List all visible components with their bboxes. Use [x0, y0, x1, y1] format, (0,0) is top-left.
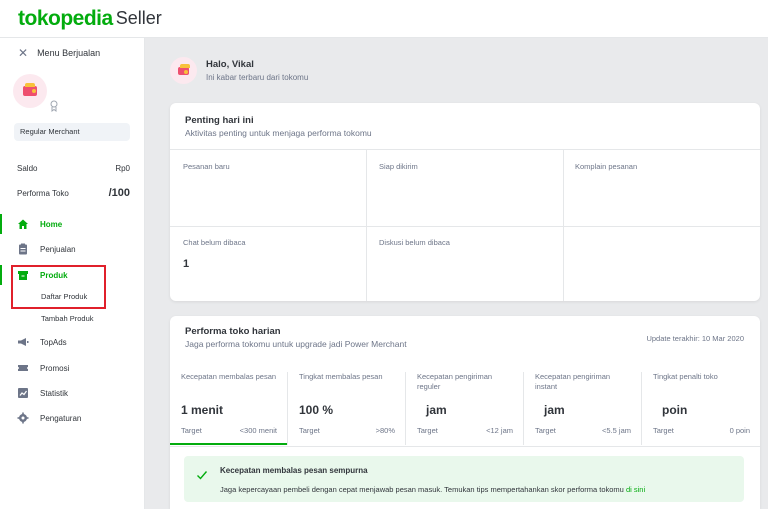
alert-text: Jaga kepercayaan pembeli dengan cepat me… — [220, 485, 645, 494]
metric-target-value: 0 poin — [729, 426, 750, 435]
home-icon — [17, 218, 29, 230]
important-today-card: Penting hari ini Aktivitas penting untuk… — [170, 103, 760, 301]
box-icon — [17, 269, 29, 281]
performance-subtitle: Jaga performa tokomu untuk upgrade jadi … — [185, 339, 407, 349]
metric-value: jam — [426, 403, 447, 417]
metric-label: Kecepatan pengiriman reguler — [417, 372, 493, 391]
merchant-type-badge[interactable]: Regular Merchant — [14, 123, 130, 141]
metric-tab[interactable]: Kecepatan membalas pesan 1 menit Target … — [170, 372, 287, 445]
cell-siap-dikirim-label[interactable]: Siap dikirim — [379, 162, 418, 171]
metric-target-label: Target — [417, 426, 438, 435]
sidebar-item-statistik[interactable]: Statistik — [0, 383, 145, 403]
metric-tab[interactable]: Kecepatan pengiriman instant jam Target … — [524, 372, 641, 445]
greeting-title: Halo, Vikal — [206, 59, 254, 70]
chart-icon — [17, 387, 29, 399]
sidebar-item-label: Promosi — [40, 363, 70, 373]
shop-avatar-small — [170, 57, 197, 84]
shop-bag-icon — [178, 63, 190, 75]
metric-target-value: >80% — [375, 426, 395, 435]
metric-target-value: <5.5 jam — [602, 426, 631, 435]
brand-logo-sub: Seller — [115, 8, 162, 28]
metric-label: Kecepatan pengiriman instant — [535, 372, 611, 391]
metric-value: 100 % — [299, 403, 334, 417]
cell-chat-label[interactable]: Chat belum dibaca — [183, 238, 246, 247]
menu-header[interactable]: ✕ Menu Berjualan — [18, 46, 100, 60]
gear-icon — [17, 412, 29, 424]
sidebar-item-label: Statistik — [40, 388, 69, 398]
cell-pesanan-baru-label[interactable]: Pesanan baru — [183, 162, 230, 171]
sidebar: ✕ Menu Berjualan Regular Merchant Saldo … — [0, 38, 145, 509]
sidebar-item-label: Home — [40, 219, 63, 229]
shop-avatar[interactable] — [13, 74, 47, 108]
shop-bag-icon — [23, 83, 37, 96]
clipboard-icon — [17, 243, 29, 255]
metric-target-label: Target — [653, 426, 674, 435]
important-subtitle: Aktivitas penting untuk menjaga performa… — [185, 128, 372, 138]
important-title: Penting hari ini — [185, 115, 254, 126]
metric-tab[interactable]: Kecepatan pengiriman reguler jam Target … — [406, 372, 523, 445]
greeting: Halo, Vikal Ini kabar terbaru dari tokom… — [170, 57, 308, 84]
sidebar-item-produk[interactable]: Produk — [0, 265, 145, 285]
sidebar-item-penjualan[interactable]: Penjualan — [0, 239, 145, 259]
tips-link[interactable]: di sini — [626, 485, 645, 494]
metric-label: Kecepatan membalas pesan — [181, 372, 277, 381]
sidebar-item-home[interactable]: Home — [0, 214, 145, 234]
metric-value: 1 menit — [181, 403, 224, 417]
metric-target-label: Target — [299, 426, 320, 435]
metric-tab[interactable]: Tingkat membalas pesan 100 % Target >80% — [288, 372, 405, 445]
sidebar-item-label: Produk — [40, 270, 68, 280]
sidebar-item-promosi[interactable]: Promosi — [0, 358, 145, 378]
top-bar: tokopedia Seller — [0, 0, 768, 38]
daily-performance-card: Performa toko harian Jaga performa tokom… — [170, 316, 760, 509]
close-icon[interactable]: ✕ — [18, 46, 28, 60]
saldo-value: Rp0 — [115, 164, 130, 173]
performance-title: Performa toko harian — [185, 326, 281, 337]
last-update: Update terakhir: 10 Mar 2020 — [646, 334, 744, 343]
metric-target-label: Target — [181, 426, 202, 435]
check-icon — [197, 471, 208, 480]
alert-body: Jaga kepercayaan pembeli dengan cepat me… — [220, 485, 626, 494]
sidebar-subitem-daftar-produk[interactable]: Daftar Produk — [41, 292, 87, 301]
divider — [170, 446, 760, 447]
metric-tab[interactable]: Tingkat penalti toko poin Target 0 poin — [642, 372, 759, 445]
saldo-label: Saldo — [17, 164, 38, 173]
greeting-subtitle: Ini kabar terbaru dari tokomu — [206, 73, 309, 82]
cell-diskusi-label[interactable]: Diskusi belum dibaca — [379, 238, 450, 247]
merchant-badge-icon — [50, 100, 58, 112]
metric-target-label: Target — [535, 426, 556, 435]
saldo-row[interactable]: Saldo Rp0 — [17, 164, 130, 173]
cell-chat-value[interactable]: 1 — [183, 258, 189, 270]
sidebar-item-topads[interactable]: TopAds — [0, 332, 145, 352]
sidebar-item-label: Penjualan — [40, 244, 76, 254]
cell-komplain-label[interactable]: Komplain pesanan — [575, 162, 637, 171]
active-tab-indicator — [170, 443, 287, 445]
sidebar-subitem-tambah-produk[interactable]: Tambah Produk — [41, 314, 94, 323]
megaphone-icon — [17, 336, 29, 348]
performa-row[interactable]: Performa Toko /100 — [17, 187, 130, 199]
metric-target-value: <300 menit — [239, 426, 277, 435]
alert-title: Kecepatan membalas pesan sempurna — [220, 466, 368, 475]
metric-value: jam — [544, 403, 565, 417]
divider — [170, 149, 760, 150]
performance-alert: Kecepatan membalas pesan sempurna Jaga k… — [184, 456, 744, 502]
sidebar-item-label: Pengaturan — [40, 413, 82, 423]
performa-label: Performa Toko — [17, 188, 69, 198]
metric-value: poin — [662, 403, 688, 417]
performa-value: /100 — [108, 187, 130, 199]
menu-title: Menu Berjualan — [37, 48, 101, 58]
sidebar-item-label: TopAds — [40, 337, 67, 347]
ticket-icon — [17, 362, 29, 374]
divider — [170, 226, 760, 227]
metric-label: Tingkat penalti toko — [653, 372, 718, 381]
brand-logo[interactable]: tokopedia — [18, 7, 113, 31]
sidebar-item-pengaturan[interactable]: Pengaturan — [0, 408, 145, 428]
metric-label: Tingkat membalas pesan — [299, 372, 383, 381]
metric-target-value: <12 jam — [486, 426, 513, 435]
